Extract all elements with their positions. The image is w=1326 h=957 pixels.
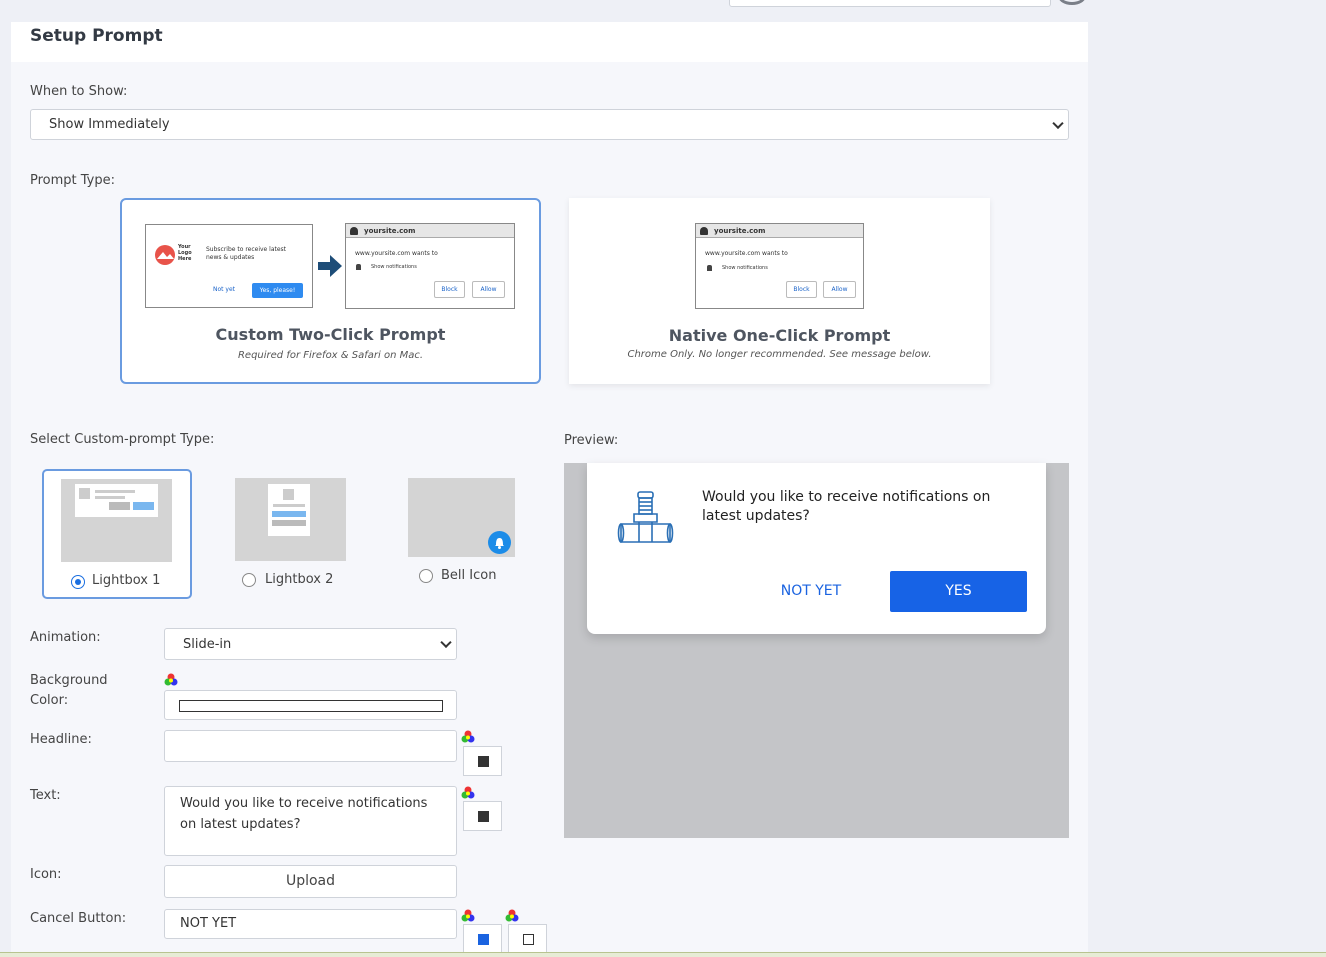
text-textarea[interactable]: Would you like to receive notifications … xyxy=(164,786,457,856)
when-to-show-select[interactable]: Show Immediately xyxy=(30,109,1069,140)
preview-not-yet-button[interactable]: NOT YET xyxy=(763,571,859,611)
custom-card-subtitle: Required for Firefox & Safari on Mac. xyxy=(237,350,424,361)
color-picker-icon[interactable] xyxy=(461,909,475,923)
custom-card-title: Custom Two-Click Prompt xyxy=(215,325,446,344)
headline-color-swatch[interactable] xyxy=(463,746,502,776)
preview-label: Preview: xyxy=(564,433,619,448)
bell-icon xyxy=(488,531,511,554)
lightbox-2-label: Lightbox 2 xyxy=(265,572,334,587)
page-title: Setup Prompt xyxy=(30,26,163,46)
custom-prompt-mockup: Your Logo Here Subscribe to receive late… xyxy=(145,224,313,308)
preview-yes-button[interactable]: YES xyxy=(890,571,1027,612)
text-label: Text: xyxy=(30,788,61,803)
faucet-pipe-icon xyxy=(617,491,674,543)
custom-two-click-card[interactable]: Your Logo Here Subscribe to receive late… xyxy=(120,198,541,384)
logo-icon xyxy=(155,245,175,265)
header-search-input[interactable] xyxy=(729,0,1051,7)
native-prompt-mockup-a: yoursite.com www.yoursite.com wants to S… xyxy=(345,223,515,309)
bell-icon-thumbnail xyxy=(408,478,515,557)
when-to-show-value: Show Immediately xyxy=(49,117,170,132)
cancel-button-label: Cancel Button: xyxy=(30,911,127,926)
native-prompt-mockup-b: yoursite.com www.yoursite.com wants to S… xyxy=(695,223,864,309)
cancel-text-color-swatch[interactable] xyxy=(463,924,502,954)
mock-not-yet: Not yet xyxy=(213,286,236,293)
lightbox-2-radio[interactable] xyxy=(242,573,256,587)
lightbox-1-radio[interactable] xyxy=(71,575,85,589)
chevron-down-icon xyxy=(440,636,452,649)
prompt-type-label: Prompt Type: xyxy=(30,173,116,188)
preview-message: Would you like to receive notifications … xyxy=(702,489,991,524)
lightbox-2-thumbnail xyxy=(235,478,346,561)
upload-button[interactable]: Upload xyxy=(164,865,457,898)
color-picker-icon[interactable] xyxy=(164,673,178,687)
help-icon[interactable] xyxy=(1058,0,1086,5)
bottom-bar xyxy=(0,952,1326,957)
native-card-subtitle: Chrome Only. No longer recommended. See … xyxy=(627,349,932,360)
when-to-show-label: When to Show: xyxy=(30,84,128,99)
option-lightbox-1[interactable]: Lightbox 1 xyxy=(42,469,192,599)
color-picker-icon[interactable] xyxy=(461,730,475,744)
text-color-swatch[interactable] xyxy=(463,801,502,831)
background-color-label: Background Color: xyxy=(30,673,108,708)
color-picker-icon[interactable] xyxy=(461,786,475,800)
bell-icon-radio[interactable] xyxy=(419,569,433,583)
preview-popup: Would you like to receive notifications … xyxy=(587,463,1046,634)
animation-label: Animation: xyxy=(30,630,101,645)
icon-label: Icon: xyxy=(30,867,62,882)
background-color-field[interactable] xyxy=(164,690,457,720)
background-color-swatch xyxy=(179,700,443,712)
native-one-click-card[interactable]: yoursite.com www.yoursite.com wants to S… xyxy=(569,198,990,384)
lightbox-1-label: Lightbox 1 xyxy=(92,573,161,588)
animation-value: Slide-in xyxy=(183,636,232,652)
animation-select[interactable]: Slide-in xyxy=(164,628,457,660)
mock-yes-button: Yes, please! xyxy=(252,283,303,298)
headline-input[interactable] xyxy=(164,730,457,762)
cancel-button-text-input[interactable]: NOT YET xyxy=(164,909,457,939)
chevron-down-icon xyxy=(1052,117,1064,129)
bell-icon-label: Bell Icon xyxy=(441,568,497,583)
headline-label: Headline: xyxy=(30,732,92,747)
lightbox-1-thumbnail xyxy=(61,479,172,562)
custom-prompt-type-label: Select Custom-prompt Type: xyxy=(30,432,215,447)
option-lightbox-2[interactable]: Lightbox 2 xyxy=(233,473,383,599)
cancel-bg-color-swatch[interactable] xyxy=(508,924,547,954)
mock-subscribe-text: Subscribe to receive latest news & updat… xyxy=(206,246,287,261)
color-picker-icon[interactable] xyxy=(505,909,519,923)
panel-header xyxy=(11,22,1088,62)
option-bell-icon[interactable]: Bell Icon xyxy=(407,478,557,588)
native-card-title: Native One-Click Prompt xyxy=(668,326,891,345)
arrow-right-icon xyxy=(318,255,342,277)
mock-logo-text: Your Logo Here xyxy=(178,244,192,262)
